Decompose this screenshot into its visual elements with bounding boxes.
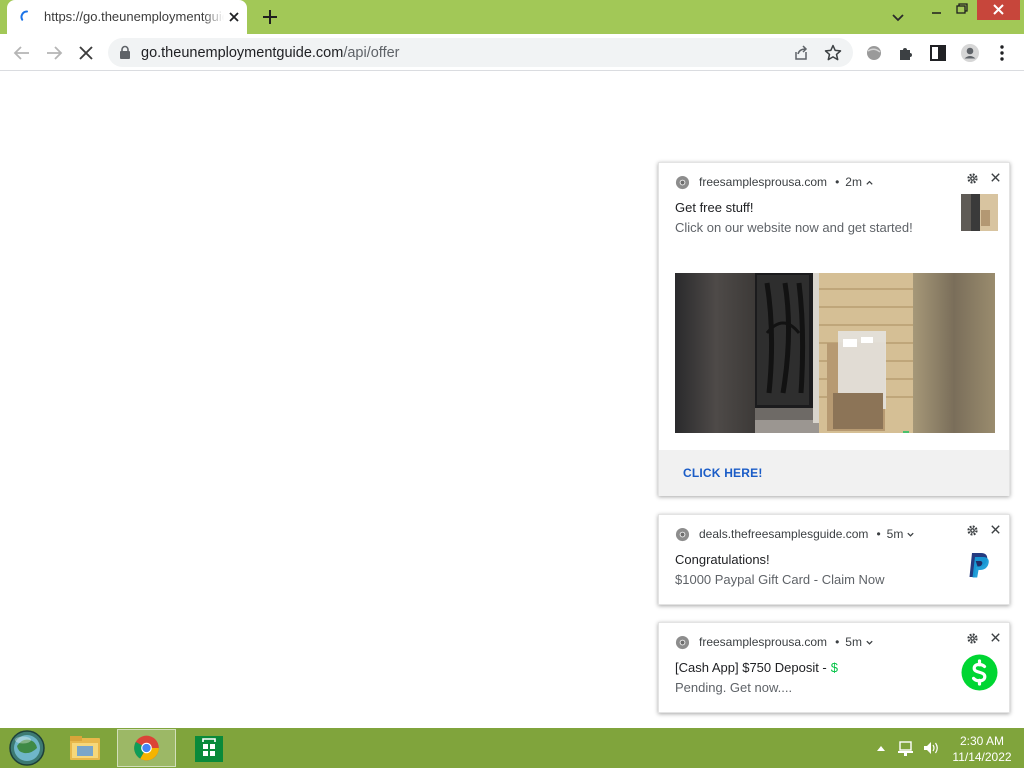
paypal-icon [969,553,989,578]
start-orb-icon[interactable] [6,728,48,768]
tab-title-fade [202,6,224,28]
taskbar: 2:30 AM 11/14/2022 [0,728,1024,768]
tab-title: https://go.theunemploymentguide.com/api/… [44,9,224,24]
bookmark-star-icon[interactable] [821,41,845,65]
extensions-icon[interactable] [894,41,918,65]
clock-time: 2:30 AM [959,734,1005,748]
separator-dot: • [835,635,840,649]
lock-icon[interactable] [118,45,132,60]
stop-loading-icon[interactable] [74,41,98,65]
chevron-up-icon[interactable] [865,178,874,187]
url-domain: go.theunemploymentguide.com [141,45,344,61]
notification-source: freesamplesprousa.com [699,635,828,649]
chrome-icon [675,527,690,541]
more-menu-icon[interactable] [990,41,1014,65]
new-tab-icon[interactable] [258,6,282,28]
chevron-down-icon[interactable] [884,6,912,28]
chrome-icon [675,635,690,649]
back-icon[interactable] [10,41,34,65]
gear-icon[interactable] [966,172,979,185]
notification-title-text: [Cash App] $750 Deposit - [675,660,827,675]
notification-body: $1000 Paypal Gift Card - Claim Now [675,572,885,587]
taskbar-clock[interactable]: 2:30 AM 11/14/2022 [946,733,1018,765]
notification-body: Click on our website now and get started… [675,220,913,235]
window-close-icon[interactable] [977,0,1020,20]
close-icon[interactable] [989,631,1002,644]
browser-toolbar: go.theunemploymentguide.com/api/offer [0,34,1024,71]
url-path: /api/offer [343,45,400,61]
minimize-icon[interactable] [922,0,952,30]
chrome-icon [675,175,690,189]
notification-source: deals.thefreesamplesguide.com [699,527,869,541]
active-tab[interactable]: https://go.theunemploymentguide.com/api/… [7,0,247,34]
close-icon[interactable] [989,171,1002,184]
package-thumbnail-icon [961,194,998,231]
click-here-label: CLICK HERE! [683,466,763,480]
extension-puzzle-gray-icon[interactable] [862,41,886,65]
cash-app-icon [961,654,998,691]
file-explorer-icon[interactable] [62,730,108,767]
notification-time: 5m [845,635,862,649]
chrome-icon[interactable] [117,729,176,767]
notification-source: freesamplesprousa.com [699,175,828,189]
store-icon[interactable] [186,730,232,767]
chevron-down-icon[interactable] [906,530,915,539]
chevron-down-icon[interactable] [865,638,874,647]
side-panel-icon[interactable] [926,41,950,65]
forward-icon[interactable] [42,41,66,65]
loading-spinner-icon [20,10,28,21]
separator-dot: • [835,175,840,189]
notification-header: freesamplesprousa.com • 5m [675,634,874,650]
system-tray[interactable] [870,738,944,758]
gear-icon[interactable] [966,632,979,645]
notification-title: Congratulations! [675,552,770,567]
profile-avatar-icon[interactable] [958,41,982,65]
notification-time: 2m [845,175,862,189]
tab-strip: https://go.theunemploymentguide.com/api/… [0,0,1024,34]
notification-title: [Cash App] $750 Deposit - $ [675,660,838,675]
dollar-symbol: $ [830,660,838,675]
volume-icon[interactable] [924,742,938,754]
address-bar[interactable]: go.theunemploymentguide.com/api/offer [108,38,853,67]
notification-header: deals.thefreesamplesguide.com • 5m [675,526,915,542]
notification-title: Get free stuff! [675,200,754,215]
notification-time: 5m [886,527,904,541]
notification-card[interactable]: freesamplesprousa.com • 2m Get free stuf… [658,162,1010,496]
show-hidden-icons-icon[interactable] [877,746,885,751]
gear-icon[interactable] [966,524,979,537]
close-tab-icon[interactable] [225,8,243,26]
network-icon[interactable] [898,741,913,756]
clock-date: 11/14/2022 [952,750,1012,764]
porch-package-photo [675,273,995,433]
notification-card[interactable]: freesamplesprousa.com • 5m [Cash App] $7… [658,622,1010,713]
share-icon[interactable] [789,41,813,65]
close-icon[interactable] [989,523,1002,536]
restore-icon[interactable] [950,0,974,30]
notification-header: freesamplesprousa.com • 2m [675,174,874,190]
notification-card[interactable]: deals.thefreesamplesguide.com • 5m Congr… [658,514,1010,605]
notification-action-button[interactable]: CLICK HERE! [659,450,1009,496]
notification-body: Pending. Get now.... [675,680,793,695]
url-text[interactable]: go.theunemploymentguide.com/api/offer [141,45,400,61]
separator-dot: • [876,527,881,541]
